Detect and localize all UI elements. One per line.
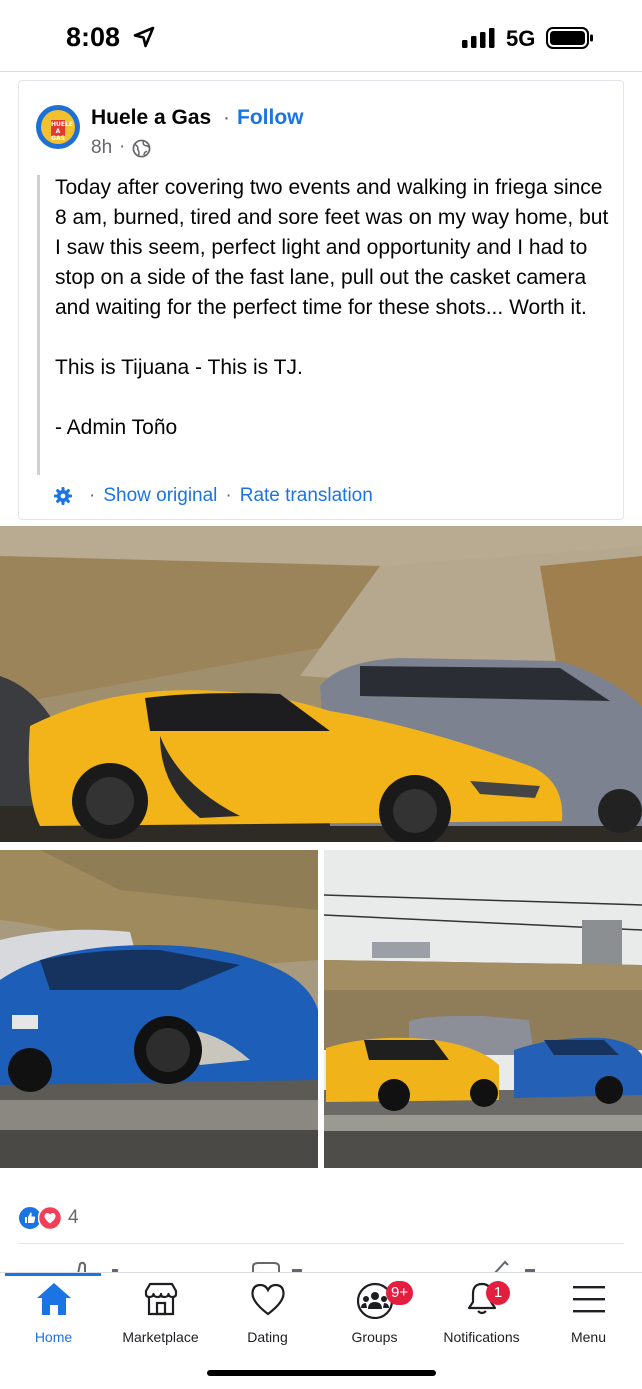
groups-badge: 9+	[386, 1281, 414, 1305]
separator-dot: ·	[119, 136, 126, 157]
nav-home[interactable]: Home	[0, 1279, 107, 1349]
nav-label: Menu	[570, 1329, 607, 1345]
battery-icon	[546, 27, 593, 49]
nav-menu[interactable]: Menu	[535, 1279, 642, 1349]
reactions-divider	[18, 1243, 624, 1244]
rate-translation-link[interactable]: Rate translation	[240, 485, 373, 507]
follow-button[interactable]: Follow	[237, 106, 304, 130]
nav-label: Dating	[247, 1329, 288, 1345]
location-arrow-icon	[133, 26, 155, 48]
nav-label: Home	[34, 1329, 73, 1345]
status-time: 8:08	[66, 22, 121, 52]
gear-icon[interactable]	[53, 486, 73, 506]
globe-icon	[132, 139, 151, 158]
nav-label: Marketplace	[122, 1329, 199, 1345]
network-type: 5G	[506, 26, 536, 51]
separator-dot: ·	[223, 106, 230, 129]
love-reaction-icon	[38, 1206, 62, 1230]
nav-label: Notifications	[443, 1329, 520, 1345]
post-photo-blue-car[interactable]	[0, 850, 318, 1168]
signal-icon	[462, 28, 495, 48]
post-text: Today after covering two events and walk…	[55, 173, 615, 443]
status-bar: 8:08 5G	[0, 0, 642, 72]
show-original-link[interactable]: Show original	[103, 485, 217, 507]
active-tab-indicator	[5, 1273, 101, 1276]
post-photo-yellow-car[interactable]	[0, 526, 642, 842]
post-photo-traffic[interactable]	[324, 850, 642, 1168]
menu-icon	[572, 1286, 605, 1313]
avatar-logo-text: HUELE A GAS	[51, 120, 73, 142]
nav-dating[interactable]: Dating	[214, 1279, 321, 1349]
nav-notifications[interactable]: 1 Notifications	[428, 1279, 535, 1349]
nav-groups[interactable]: 9+ Groups	[321, 1279, 428, 1349]
post-card: HUELE A GAS Huele a Gas · Follow 8h · To…	[18, 80, 624, 520]
home-icon	[36, 1283, 71, 1315]
dating-icon	[250, 1283, 285, 1316]
separator-dot: ·	[225, 485, 232, 506]
home-indicator[interactable]	[207, 1370, 436, 1376]
reaction-summary[interactable]: 4	[18, 1205, 79, 1231]
nav-marketplace[interactable]: Marketplace	[107, 1279, 214, 1349]
notifications-badge: 1	[486, 1281, 510, 1305]
translation-quote-bar	[37, 175, 40, 475]
marketplace-icon	[144, 1282, 177, 1316]
nav-label: Groups	[351, 1329, 398, 1345]
post-paragraph: - Admin Toño	[55, 416, 178, 439]
reaction-count: 4	[68, 1207, 79, 1228]
post-timestamp[interactable]: 8h	[91, 137, 112, 159]
header-divider	[0, 71, 642, 72]
separator-dot: ·	[89, 485, 96, 506]
translation-controls: · Show original · Rate translation	[53, 483, 373, 509]
post-paragraph: Today after covering two events and walk…	[55, 176, 615, 319]
post-paragraph: This is Tijuana - This is TJ.	[55, 356, 303, 379]
page-name[interactable]: Huele a Gas	[91, 106, 211, 130]
page-avatar[interactable]: HUELE A GAS	[36, 105, 80, 149]
